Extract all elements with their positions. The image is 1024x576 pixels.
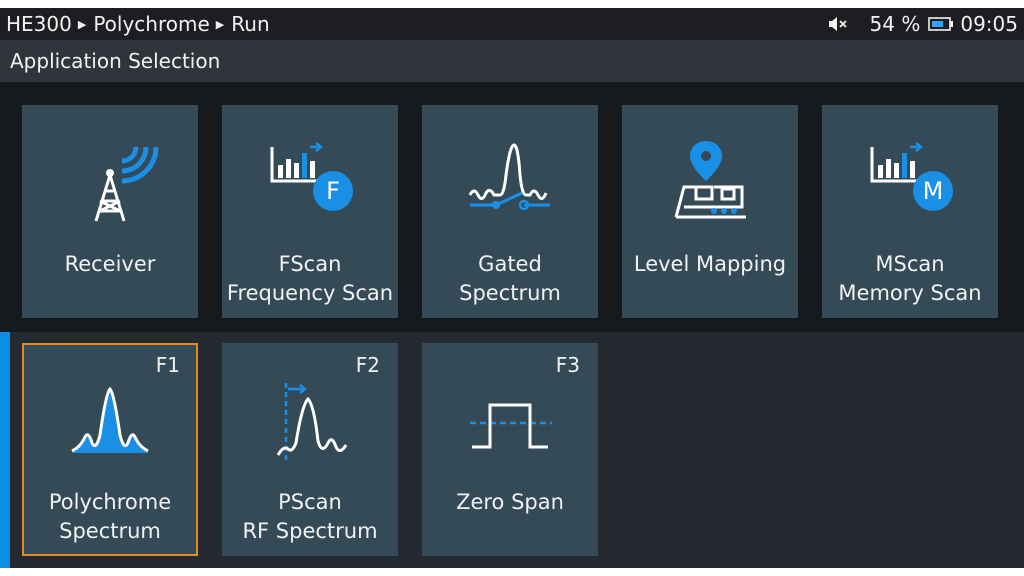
- breadcrumb-separator-icon: ▶: [77, 18, 87, 31]
- polychrome-spectrum-icon: [22, 375, 198, 465]
- tower-icon: [22, 135, 198, 225]
- row-focus-indicator: [0, 332, 10, 568]
- app-tile-level-mapping[interactable]: Level Mapping: [622, 105, 798, 318]
- app-label: FScan Frequency Scan: [226, 252, 394, 305]
- status-bar: HE300 ▶ Polychrome ▶ Run 54 % 09:05: [0, 8, 1024, 40]
- mode-row: F1 Polychrome Spectrum F2 PScan RF Spectru…: [0, 332, 1024, 568]
- fscan-icon: F: [222, 135, 398, 225]
- speaker-muted-icon[interactable]: [828, 16, 848, 32]
- app-label: Gated Spectrum: [459, 252, 561, 305]
- gated-spectrum-icon: [422, 135, 598, 225]
- battery-icon: [928, 16, 954, 32]
- breadcrumb: HE300 ▶ Polychrome ▶ Run: [6, 8, 270, 40]
- pscan-icon: [222, 375, 398, 465]
- app-label: MScan Memory Scan: [838, 252, 982, 305]
- app-tile-gated-spectrum[interactable]: Gated Spectrum: [422, 105, 598, 318]
- app-tile-receiver[interactable]: Receiver: [22, 105, 198, 318]
- page-title: Application Selection: [10, 49, 221, 73]
- breadcrumb-separator-icon: ▶: [215, 18, 225, 31]
- breadcrumb-item-device[interactable]: HE300: [6, 12, 72, 36]
- app-label: Receiver: [64, 252, 156, 276]
- mode-tile-pscan[interactable]: F2 PScan RF Spectrum: [222, 343, 398, 556]
- breadcrumb-item-state: Run: [231, 12, 270, 36]
- mode-label: Zero Span: [456, 490, 564, 514]
- zero-span-icon: [422, 375, 598, 465]
- title-bar: Application Selection: [0, 40, 1024, 82]
- svg-text:F: F: [326, 177, 340, 205]
- battery-percent: 54 %: [869, 12, 921, 36]
- function-key-label: F2: [355, 353, 380, 377]
- status-indicators: 54 % 09:05: [828, 8, 1018, 40]
- app-tile-mscan[interactable]: M MScan Memory Scan: [822, 105, 998, 318]
- mscan-icon: M: [822, 135, 998, 225]
- mode-tile-polychrome-spectrum[interactable]: F1 Polychrome Spectrum: [22, 343, 198, 556]
- map-pin-icon: [622, 135, 798, 225]
- svg-text:M: M: [923, 177, 944, 205]
- app-label: Level Mapping: [633, 252, 787, 276]
- function-key-label: F3: [555, 353, 580, 377]
- clock: 09:05: [960, 12, 1018, 36]
- application-row: Receiver F FScan Frequency Scan Gated Sp…: [0, 82, 1024, 332]
- mode-tile-zero-span[interactable]: F3 Zero Span: [422, 343, 598, 556]
- mode-label: Polychrome Spectrum: [48, 490, 172, 543]
- app-tile-fscan[interactable]: F FScan Frequency Scan: [222, 105, 398, 318]
- function-key-label: F1: [155, 353, 180, 377]
- breadcrumb-item-application[interactable]: Polychrome: [93, 12, 209, 36]
- mode-label: PScan RF Spectrum: [242, 490, 378, 543]
